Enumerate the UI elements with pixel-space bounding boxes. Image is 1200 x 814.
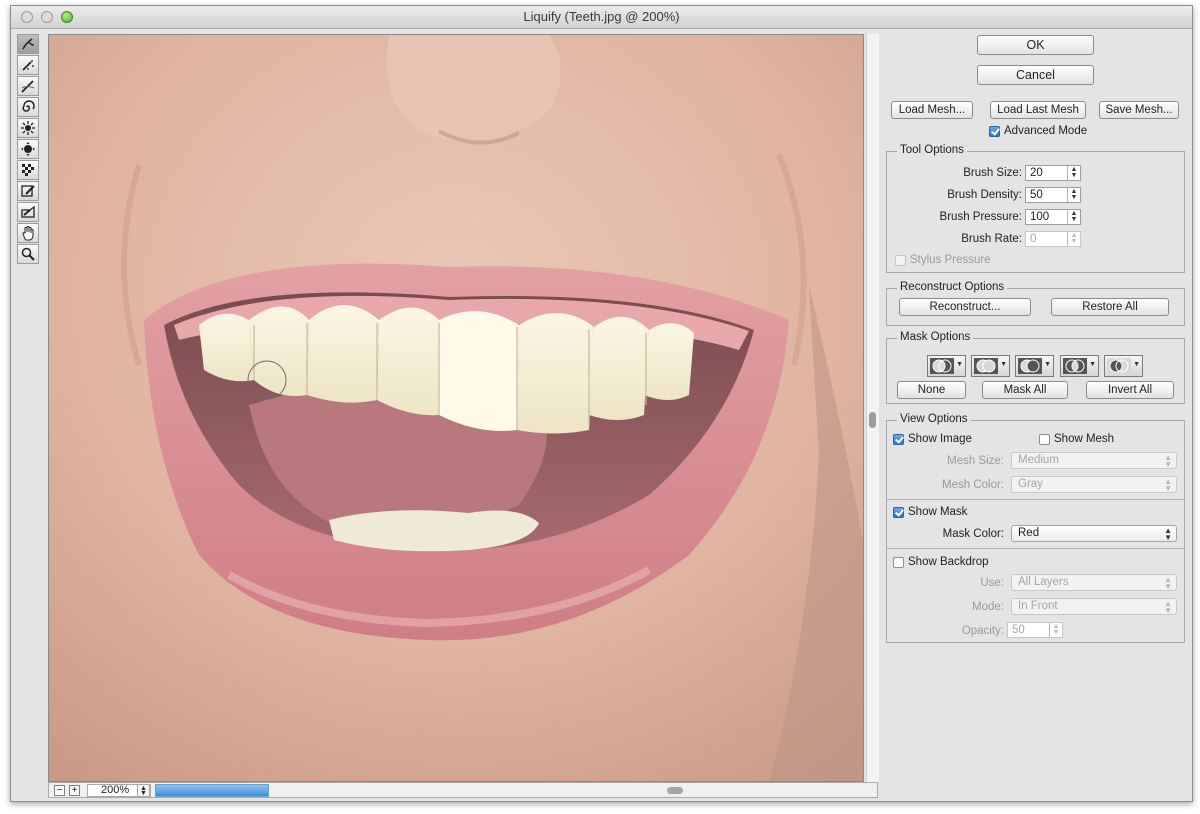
mask-color-value: Red — [1018, 527, 1040, 539]
vertical-scrollbar[interactable] — [866, 34, 879, 782]
opacity-input[interactable]: 50 ▲ ▼ — [1007, 622, 1063, 638]
zoom-level-value: 200% — [101, 784, 130, 796]
brush-size-input[interactable]: 20 ▲ ▼ — [1025, 165, 1081, 181]
use-value: All Layers — [1018, 576, 1069, 588]
replace-selection-mask-button[interactable]: ▼ — [927, 355, 966, 377]
opacity-value: 50 — [1012, 624, 1025, 636]
thaw-mask-tool-icon[interactable] — [17, 202, 39, 222]
reconstruct-button[interactable]: Reconstruct... — [899, 298, 1031, 316]
intersect-with-selection-icon — [1063, 358, 1087, 374]
push-left-tool-icon[interactable] — [17, 160, 39, 180]
opacity-stepper[interactable]: ▲ ▼ — [1049, 623, 1062, 637]
progress-bar — [155, 784, 269, 797]
liquify-dialog: Liquify (Teeth.jpg @ 200%) − + 200% ▲ ▼ … — [10, 5, 1193, 802]
replace-selection-icon — [930, 358, 954, 374]
brush-pressure-stepper[interactable]: ▲ ▼ — [1067, 210, 1080, 224]
tool-options-legend: Tool Options — [897, 144, 967, 156]
mode-label: Mode: — [972, 601, 1004, 613]
cancel-button[interactable]: Cancel — [977, 65, 1094, 85]
zoom-bar: − + 200% ▲ ▼ — [48, 782, 878, 798]
brush-rate-input[interactable]: 0 ▲ ▼ — [1025, 231, 1081, 247]
title-bar[interactable]: Liquify (Teeth.jpg @ 200%) — [11, 6, 1192, 29]
mask-none-button[interactable]: None — [897, 381, 966, 399]
ok-button[interactable]: OK — [977, 35, 1094, 55]
mask-all-button[interactable]: Mask All — [982, 381, 1068, 399]
invert-all-button[interactable]: Invert All — [1086, 381, 1174, 399]
subtract-from-selection-icon — [1018, 358, 1042, 374]
brush-rate-value: 0 — [1030, 233, 1037, 245]
show-mesh-label: Show Mesh — [1054, 433, 1115, 445]
window-title: Liquify (Teeth.jpg @ 200%) — [523, 9, 680, 24]
stylus-pressure-label: Stylus Pressure — [910, 254, 991, 266]
brush-pressure-input[interactable]: 100 ▲ ▼ — [1025, 209, 1081, 225]
opacity-label: Opacity: — [961, 625, 1004, 637]
restore-all-button[interactable]: Restore All — [1051, 298, 1169, 316]
smooth-tool-icon[interactable] — [17, 76, 39, 96]
reconstruct-options-legend: Reconstruct Options — [897, 281, 1008, 293]
mesh-color-value: Gray — [1018, 478, 1043, 490]
forward-warp-tool-icon[interactable] — [17, 34, 39, 54]
mask-color-label: Mask Color: — [942, 528, 1004, 540]
stylus-pressure-checkbox[interactable] — [895, 255, 906, 266]
image-preview-canvas[interactable] — [48, 34, 864, 782]
show-backdrop-label: Show Backdrop — [908, 556, 989, 568]
mesh-color-select[interactable]: Gray ▲ ▼ — [1011, 476, 1177, 493]
mesh-color-label: Mesh Color: — [942, 479, 1004, 491]
tools-panel — [17, 34, 41, 265]
pucker-tool-icon[interactable] — [17, 118, 39, 138]
brush-size-label: Brush Size: — [963, 167, 1022, 179]
add-to-selection-mask-button[interactable]: ▼ — [971, 355, 1010, 377]
horizontal-scroll-thumb[interactable] — [667, 787, 683, 794]
show-mask-checkbox[interactable] — [893, 507, 904, 518]
mesh-size-select[interactable]: Medium ▲ ▼ — [1011, 452, 1177, 469]
show-image-label: Show Image — [908, 433, 972, 445]
save-mesh-button[interactable]: Save Mesh... — [1099, 101, 1179, 119]
zoom-tool-icon[interactable] — [17, 244, 39, 264]
hand-tool-icon[interactable] — [17, 223, 39, 243]
advanced-mode-checkbox[interactable] — [989, 126, 1000, 137]
show-mesh-checkbox[interactable] — [1039, 434, 1050, 445]
brush-density-stepper[interactable]: ▲ ▼ — [1067, 188, 1080, 202]
mesh-size-label: Mesh Size: — [947, 455, 1004, 467]
brush-rate-label: Brush Rate: — [961, 233, 1022, 245]
brush-density-input[interactable]: 50 ▲ ▼ — [1025, 187, 1081, 203]
brush-size-value: 20 — [1030, 167, 1043, 179]
mesh-size-value: Medium — [1018, 454, 1059, 466]
view-options-divider — [887, 499, 1184, 500]
load-last-mesh-button[interactable]: Load Last Mesh — [990, 101, 1086, 119]
brush-rate-stepper[interactable]: ▲ ▼ — [1067, 232, 1080, 246]
intersect-with-selection-mask-button[interactable]: ▼ — [1060, 355, 1099, 377]
subtract-from-selection-mask-button[interactable]: ▼ — [1015, 355, 1054, 377]
mask-options-legend: Mask Options — [897, 331, 974, 343]
view-options-legend: View Options — [897, 413, 971, 425]
use-select[interactable]: All Layers ▲ ▼ — [1011, 574, 1177, 591]
bloat-tool-icon[interactable] — [17, 139, 39, 159]
zoom-in-button[interactable]: + — [69, 785, 80, 796]
zoom-level-stepper[interactable]: ▲ ▼ — [137, 784, 150, 797]
zoom-out-button[interactable]: − — [54, 785, 65, 796]
vertical-scroll-thumb[interactable] — [869, 412, 876, 428]
mask-color-select[interactable]: Red ▲ ▼ — [1011, 525, 1177, 542]
show-image-checkbox[interactable] — [893, 434, 904, 445]
brush-pressure-value: 100 — [1030, 211, 1050, 223]
mode-select[interactable]: In Front ▲ ▼ — [1011, 598, 1177, 615]
show-backdrop-checkbox[interactable] — [893, 557, 904, 568]
use-label: Use: — [980, 577, 1004, 589]
brush-density-value: 50 — [1030, 189, 1043, 201]
freeze-mask-tool-icon[interactable] — [17, 181, 39, 201]
teeth-photo — [49, 35, 863, 781]
advanced-mode-label: Advanced Mode — [1004, 125, 1088, 137]
brush-size-stepper[interactable]: ▲ ▼ — [1067, 166, 1080, 180]
brush-pressure-label: Brush Pressure: — [939, 211, 1022, 223]
load-mesh-button[interactable]: Load Mesh... — [891, 101, 973, 119]
twirl-clockwise-tool-icon[interactable] — [17, 97, 39, 117]
brush-density-label: Brush Density: — [947, 189, 1022, 201]
reconstruct-tool-icon[interactable] — [17, 55, 39, 75]
add-to-selection-icon — [974, 358, 998, 374]
invert-selection-mask-button[interactable]: ▼ — [1104, 355, 1143, 377]
view-options-divider-2 — [887, 548, 1184, 549]
mode-value: In Front — [1018, 600, 1058, 612]
invert-selection-icon — [1107, 358, 1131, 374]
show-mask-label: Show Mask — [908, 506, 968, 518]
